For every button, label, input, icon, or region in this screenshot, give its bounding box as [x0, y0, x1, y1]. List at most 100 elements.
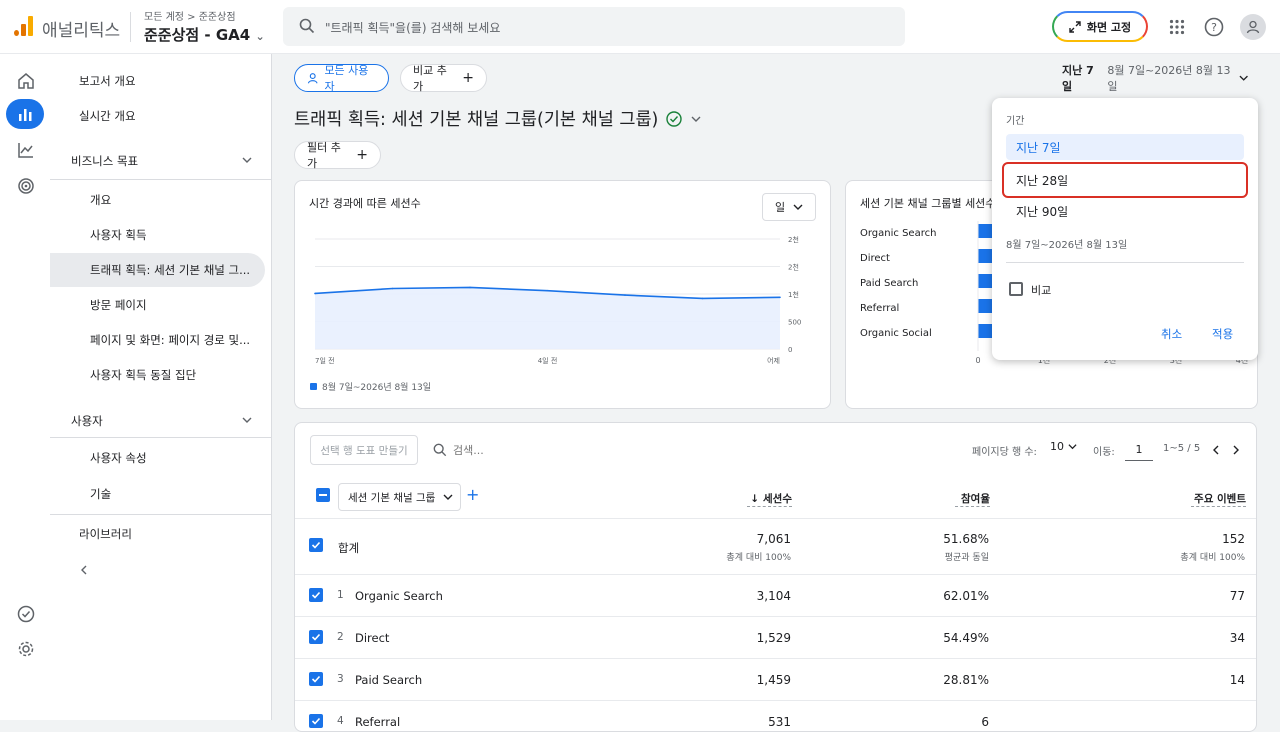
data-table: 선택 행 도표 만들기 페이지당 행 수: 10 이동: 1 1~5 / 5 세…: [294, 422, 1257, 732]
prev-page-icon[interactable]: [1211, 445, 1221, 455]
date-range-picker[interactable]: 지난 7일 8월 7일~2026년 8월 13일: [1052, 64, 1258, 93]
category-label: Paid Search: [860, 278, 918, 289]
row-index: 1: [337, 589, 344, 601]
data-point: [779, 296, 781, 299]
nav-landing-page[interactable]: 방문 페이지: [50, 288, 272, 322]
total-checkbox[interactable]: [309, 538, 323, 552]
button-label: 필터 추가: [307, 141, 341, 170]
nav-cohort[interactable]: 사용자 획득 동질 집단: [50, 358, 272, 392]
account-avatar[interactable]: [1240, 14, 1266, 40]
search-icon: [299, 18, 315, 34]
nav-user-attributes[interactable]: 사용자 속성: [50, 441, 272, 475]
col-key-events-header[interactable]: 주요 이벤트: [1191, 491, 1246, 507]
series-area: [315, 287, 780, 349]
sort-down-arrow-icon: ↓: [750, 492, 760, 505]
svg-text:?: ?: [1211, 21, 1217, 34]
rows-per-page-select[interactable]: 10: [1050, 440, 1077, 453]
add-dimension-icon[interactable]: +: [466, 485, 479, 504]
next-page-icon[interactable]: [1231, 445, 1241, 455]
brand-name[interactable]: 애널리틱스: [42, 16, 120, 41]
nav-realtime[interactable]: 실시간 개요: [50, 99, 272, 133]
apply-button[interactable]: 적용: [1212, 326, 1233, 342]
page-title: 트래픽 획득: 세션 기본 채널 그룹(기본 채널 그룹): [294, 110, 659, 130]
apps-grid-icon[interactable]: [1164, 14, 1190, 40]
nav-label: 라이브러리: [79, 527, 132, 541]
data-point: [701, 297, 704, 300]
goto-page-input[interactable]: 1: [1125, 439, 1153, 461]
option-last-90-days[interactable]: 지난 90일: [1006, 198, 1244, 224]
add-comparison-button[interactable]: 비교 추가 +: [400, 64, 487, 93]
total-row: 합계 7,061 총계 대비 100% 51.68% 평균과 동일 152 총계…: [295, 518, 1256, 574]
category-label: Organic Social: [860, 328, 932, 339]
row-index: 3: [337, 673, 344, 685]
admin-gear-icon[interactable]: [8, 634, 44, 664]
row-channel: Referral: [355, 715, 401, 729]
date-range-dropdown: 기간 지난 7일 지난 28일 지난 90일 8월 7일~2026년 8월 13…: [992, 98, 1258, 360]
row-checkbox[interactable]: [309, 588, 323, 602]
rows-per-page-value: 10: [1050, 440, 1064, 453]
chevron-up-icon: [242, 417, 252, 423]
row-channel: Organic Search: [355, 589, 443, 603]
col-engagement-header[interactable]: 참여율: [955, 491, 990, 507]
row-checkbox[interactable]: [309, 630, 323, 644]
help-icon[interactable]: ?: [1201, 14, 1227, 40]
row-checkbox[interactable]: [309, 714, 323, 728]
total-label: 합계: [338, 541, 360, 555]
property-name: 준준상점 - GA4: [144, 26, 251, 44]
explore-icon[interactable]: [8, 135, 44, 165]
configure-check-icon[interactable]: [8, 599, 44, 629]
page-title-row: 트래픽 획득: 세션 기본 채널 그룹(기본 채널 그룹): [294, 106, 702, 131]
nav-users[interactable]: 사용자: [50, 404, 272, 438]
nav-traffic-acquisition[interactable]: 트래픽 획득: 세션 기본 채널 그...: [50, 253, 265, 287]
add-filter-button[interactable]: 필터 추가 +: [294, 141, 381, 170]
table-search-input[interactable]: [453, 439, 573, 461]
analytics-logo-icon[interactable]: [14, 16, 34, 36]
nav-label: 실시간 개요: [79, 109, 136, 123]
option-last-7-days[interactable]: 지난 7일: [1006, 134, 1244, 160]
pin-view-button[interactable]: 화면 고정: [1052, 11, 1148, 42]
table-row: 2 Direct 1,529 54.49% 34: [295, 616, 1256, 658]
row-key-events: 77: [1229, 589, 1245, 603]
dimension-select[interactable]: 세션 기본 채널 그룹: [338, 483, 461, 511]
category-label: Organic Search: [860, 228, 936, 239]
search-placeholder: "트래픽 획득"을(를) 검색해 보세요: [325, 21, 501, 35]
col-sessions-header[interactable]: ↓ 세션수: [747, 491, 792, 507]
select-all-checkbox[interactable]: [316, 488, 330, 502]
row-engagement: 54.49%: [943, 631, 989, 645]
divider: [50, 179, 272, 180]
search-icon: [433, 443, 447, 457]
nav-pages-screens[interactable]: 페이지 및 화면: 페이지 경로 및...: [50, 323, 272, 357]
home-icon[interactable]: [8, 66, 44, 96]
property-selector[interactable]: 준준상점 - GA4 ⌄: [144, 24, 265, 45]
row-engagement: 62.01%: [943, 589, 989, 603]
nav-overview[interactable]: 개요: [50, 183, 272, 217]
nav-library[interactable]: 라이브러리: [50, 517, 272, 551]
row-key-events: 14: [1229, 673, 1245, 687]
divider: [50, 514, 272, 515]
chevron-down-icon[interactable]: [690, 113, 702, 125]
chevron-down-icon: ⌄: [255, 30, 265, 43]
chart-legend: 8월 7일~2026년 8월 13일: [310, 380, 431, 393]
compare-checkbox[interactable]: [1009, 282, 1023, 296]
cancel-button[interactable]: 취소: [1161, 326, 1182, 342]
row-channel: Paid Search: [355, 673, 423, 687]
nav-label: 방문 페이지: [90, 298, 147, 312]
reports-icon[interactable]: [6, 99, 44, 129]
search-bar[interactable]: "트래픽 획득"을(를) 검색해 보세요: [283, 7, 905, 46]
divider: [1006, 262, 1244, 263]
nav-business-goals[interactable]: 비즈니스 목표: [50, 144, 272, 178]
row-sessions: 1,529: [756, 631, 791, 645]
row-checkbox[interactable]: [309, 672, 323, 686]
advertising-icon[interactable]: [8, 171, 44, 201]
left-rail: [0, 54, 50, 720]
nav-user-acquisition[interactable]: 사용자 획득: [50, 218, 272, 252]
nav-report-overview[interactable]: 보고서 개요: [50, 64, 272, 98]
nav-tech[interactable]: 기술: [50, 477, 272, 511]
breadcrumb[interactable]: 모든 계정 > 준준상점: [144, 8, 236, 23]
all-users-chip[interactable]: 모든 사용자: [294, 64, 389, 93]
make-chart-button[interactable]: 선택 행 도표 만들기: [310, 435, 418, 465]
minus-icon: [319, 494, 327, 496]
plus-icon: +: [462, 70, 474, 86]
option-last-28-days[interactable]: 지난 28일: [1006, 167, 1244, 193]
collapse-nav-button[interactable]: [50, 553, 272, 587]
